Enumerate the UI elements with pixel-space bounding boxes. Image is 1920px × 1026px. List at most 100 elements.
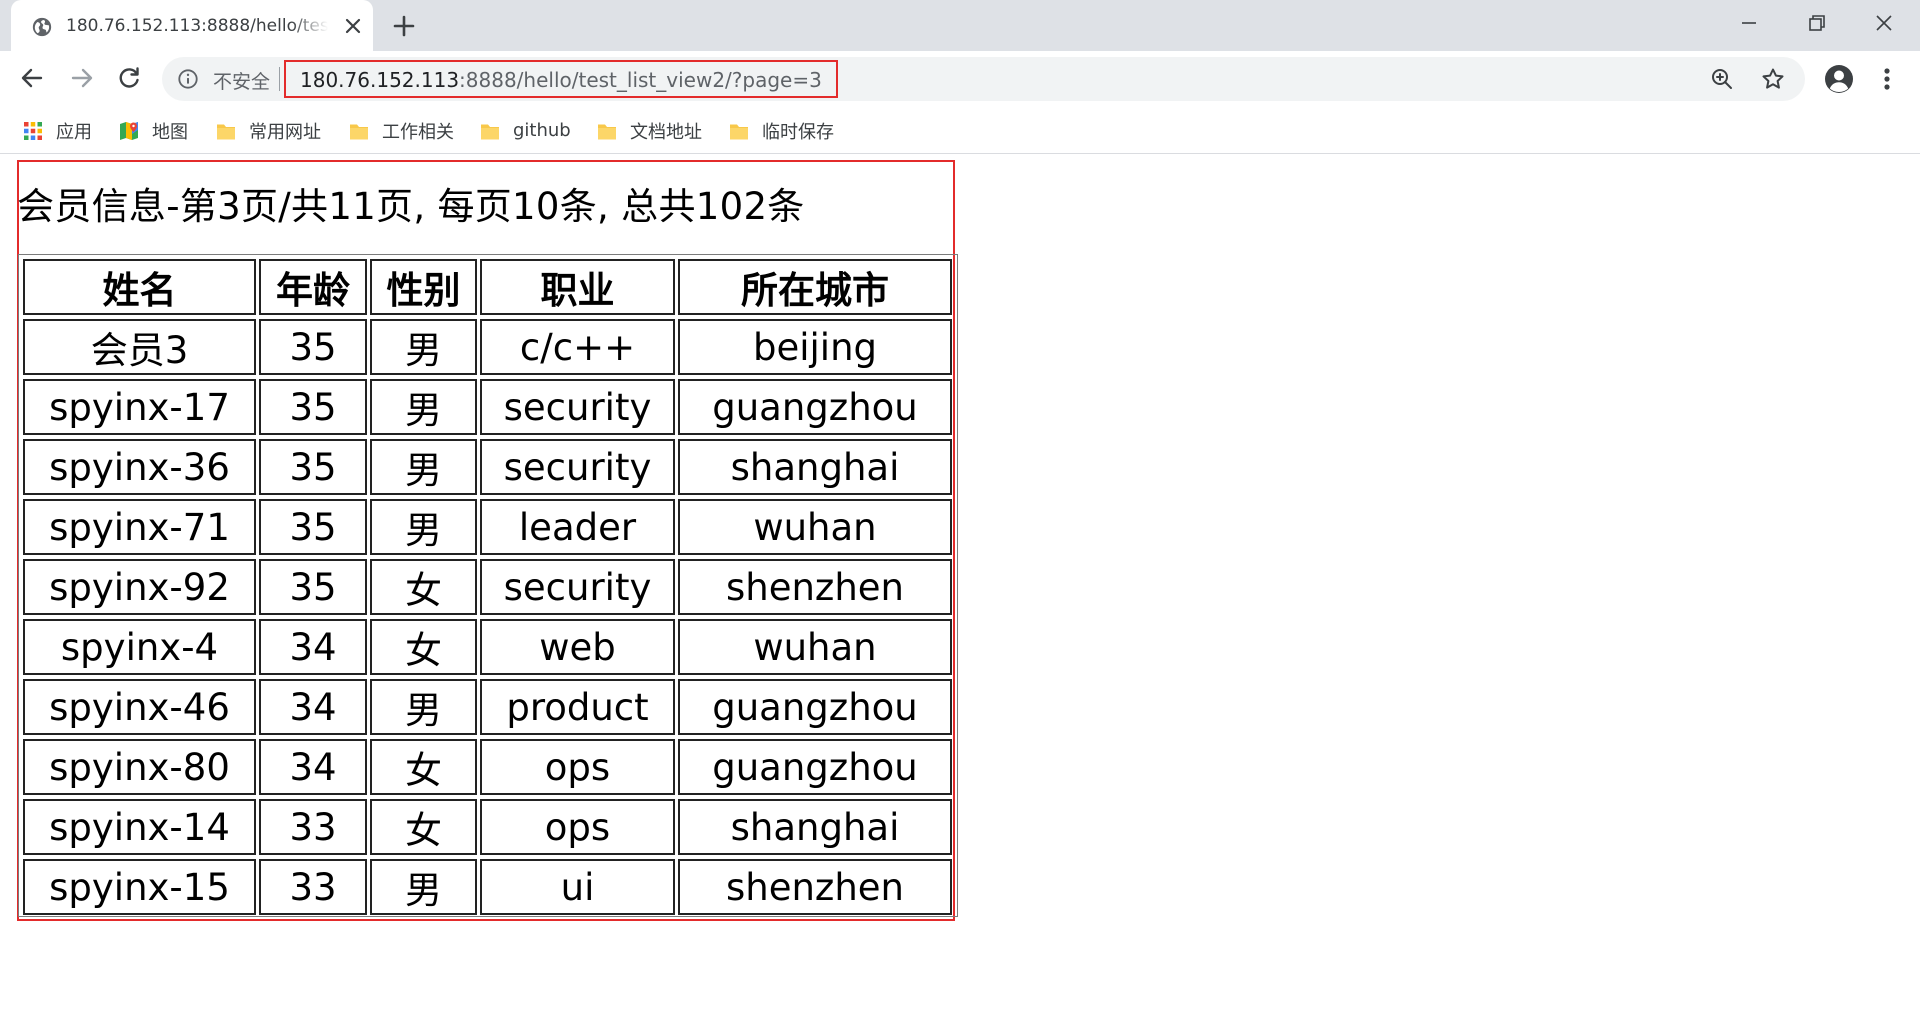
cell-age: 34 [259,679,367,735]
header-cell-age: 年龄 [259,259,367,315]
cell-city: wuhan [678,619,952,675]
bookmark-folder-temp[interactable]: 临时保存 [728,108,834,153]
cell-gender: 男 [370,379,477,435]
cell-gender: 男 [370,859,477,915]
folder-icon [217,124,235,139]
bookmark-folder-github[interactable]: github [479,108,571,153]
cell-age: 34 [259,619,367,675]
bookmark-label: 应用 [56,121,92,143]
cell-gender: 男 [370,679,477,735]
back-arrow-icon[interactable] [17,63,47,93]
cell-gender: 男 [370,439,477,495]
cell-gender: 男 [370,499,477,555]
folder-icon [598,124,616,139]
address-bar[interactable]: 不安全 180.76.152.113:8888/hello/test_list_… [162,57,1805,101]
close-tab-icon[interactable] [341,14,365,38]
cell-name: spyinx-46 [23,679,256,735]
cell-job: ui [480,859,675,915]
security-label[interactable]: 不安全 [213,67,270,94]
cell-gender: 女 [370,559,477,615]
bookmark-folder-work[interactable]: 工作相关 [348,108,454,153]
browser-tab[interactable]: 180.76.152.113:8888/hello/test_list_view… [11,0,373,51]
maps-icon [120,121,138,140]
header-cell-name: 姓名 [23,259,256,315]
url-text[interactable]: 180.76.152.113:8888/hello/test_list_view… [300,68,822,92]
cell-name: spyinx-17 [23,379,256,435]
cell-job: product [480,679,675,735]
cell-city: shanghai [678,799,952,855]
folder-icon [350,124,368,139]
forward-arrow-icon[interactable] [67,63,97,93]
cell-job: security [480,559,675,615]
cell-age: 33 [259,859,367,915]
cell-age: 35 [259,439,367,495]
cell-city: shenzhen [678,859,952,915]
cell-name: spyinx-80 [23,739,256,795]
cell-name: spyinx-92 [23,559,256,615]
info-icon[interactable] [177,68,199,90]
cell-age: 35 [259,499,367,555]
cell-job: ops [480,739,675,795]
restore-icon[interactable] [1802,8,1832,38]
zoom-icon[interactable] [1710,67,1734,91]
bookmark-maps[interactable]: 地图 [118,108,188,153]
cell-name: spyinx-15 [23,859,256,915]
cell-city: guangzhou [678,739,952,795]
browser-toolbar: 不安全 180.76.152.113:8888/hello/test_list_… [0,51,1920,108]
cell-job: web [480,619,675,675]
cell-gender: 女 [370,739,477,795]
page-title: 会员信息-第3页/共11页, 每页10条, 总共102条 [17,185,805,228]
cell-job: security [480,379,675,435]
page-content: 会员信息-第3页/共11页, 每页10条, 总共102条 姓名 年龄 性别 职业 所在城… [0,154,1920,1026]
cell-city: wuhan [678,499,952,555]
bookmark-folder-docs[interactable]: 文档地址 [596,108,702,153]
cell-city: guangzhou [678,679,952,735]
header-cell-gender: 性别 [370,259,477,315]
cell-city: guangzhou [678,379,952,435]
cell-gender: 女 [370,619,477,675]
folder-icon [730,124,748,139]
bookmark-folder-common-sites[interactable]: 常用网址 [215,108,321,153]
cell-age: 33 [259,799,367,855]
cell-name: spyinx-71 [23,499,256,555]
member-table: 姓名 年龄 性别 职业 所在城市 会员3 35 男 c/c++ beijing spyinx-17 3… [18,254,958,917]
url-host: 180.76.152.113 [300,68,460,92]
bookmark-label: 工作相关 [382,121,454,143]
cell-age: 34 [259,739,367,795]
close-window-icon[interactable] [1869,8,1899,38]
tab-strip: 180.76.152.113:8888/hello/test_list_view… [0,0,1920,51]
bookmark-label: 文档地址 [630,121,702,143]
menu-kebab-icon[interactable] [1875,63,1899,95]
bookmarks-bar: 应用 地图 常用网址 工作相关 github 文档地址 临时保存 [0,108,1920,154]
cell-job: c/c++ [480,319,675,375]
minimize-icon[interactable] [1734,8,1764,38]
cell-job: ops [480,799,675,855]
cell-city: shenzhen [678,559,952,615]
cell-job: security [480,439,675,495]
header-cell-job: 职业 [480,259,675,315]
folder-icon [481,124,499,139]
cell-age: 35 [259,379,367,435]
profile-avatar-icon[interactable] [1823,63,1855,95]
reload-icon[interactable] [114,63,144,93]
omnibox-separator [279,67,280,91]
cell-city: beijing [678,319,952,375]
bookmark-star-icon[interactable] [1760,66,1786,92]
cell-job: leader [480,499,675,555]
bookmark-label: github [513,120,571,141]
cell-name: spyinx-4 [23,619,256,675]
cell-city: shanghai [678,439,952,495]
globe-icon [32,17,52,37]
bookmark-label: 地图 [152,121,188,143]
cell-age: 35 [259,559,367,615]
header-cell-city: 所在城市 [678,259,952,315]
bookmark-apps[interactable]: 应用 [22,108,92,153]
apps-grid-icon [24,121,42,140]
url-path: :8888/hello/test_list_view2/?page=3 [459,68,822,92]
tab-title: 180.76.152.113:8888/hello/test_list_view… [66,16,328,36]
cell-gender: 男 [370,319,477,375]
new-tab-icon[interactable] [390,12,418,40]
cell-name: spyinx-36 [23,439,256,495]
url-highlight-box: 180.76.152.113:8888/hello/test_list_view… [284,60,838,98]
bookmark-label: 常用网址 [249,121,321,143]
